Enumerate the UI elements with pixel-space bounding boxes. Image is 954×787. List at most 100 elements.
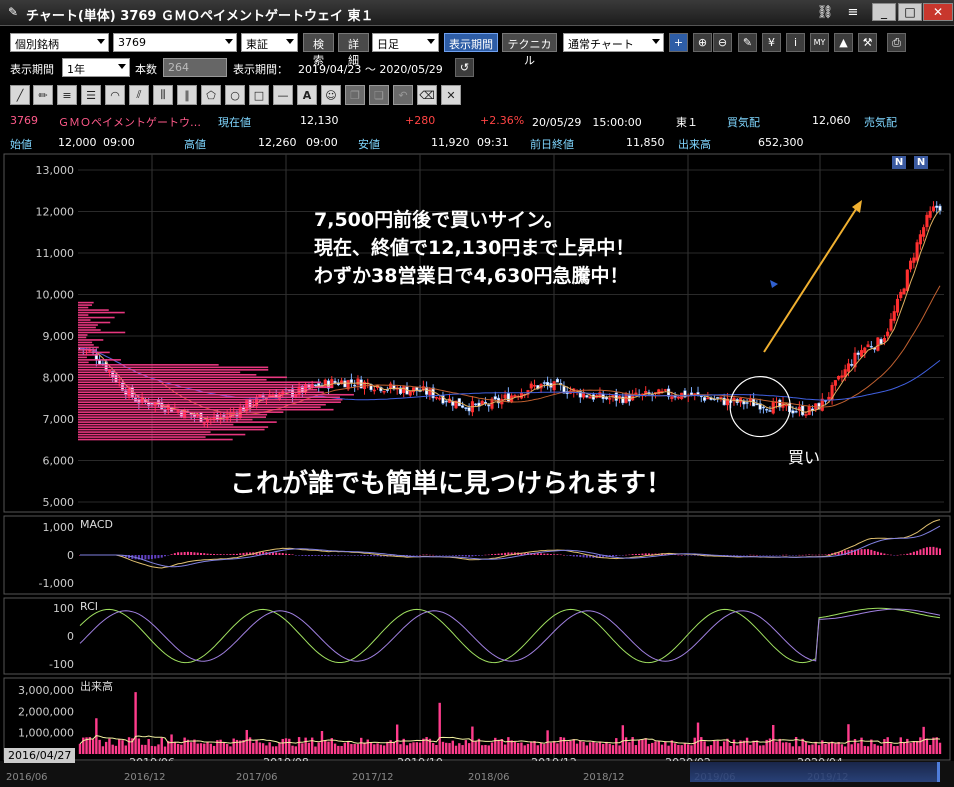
macd-histogram-bar bbox=[553, 554, 556, 555]
volume-bar bbox=[310, 737, 314, 754]
period-select[interactable]: 1年 bbox=[62, 58, 130, 77]
pentagon-icon[interactable]: ⬠ bbox=[201, 85, 221, 105]
minimize-button[interactable]: _ bbox=[872, 3, 896, 21]
rectangle-icon[interactable]: □ bbox=[249, 85, 269, 105]
candle-body bbox=[840, 375, 844, 378]
zoom-in-icon[interactable]: ⊕ bbox=[693, 33, 712, 52]
volume-bar bbox=[876, 745, 880, 754]
zoom-out-icon[interactable]: ⊖ bbox=[713, 33, 732, 52]
circle-icon[interactable]: ○ bbox=[225, 85, 245, 105]
volume-profile-bar bbox=[78, 383, 314, 386]
line-icon[interactable]: — bbox=[273, 85, 293, 105]
stamp-icon[interactable]: ☺ bbox=[321, 85, 341, 105]
volume-bar bbox=[840, 744, 844, 754]
chevron-down-icon bbox=[427, 39, 435, 44]
eraser-icon[interactable]: ⌫ bbox=[417, 85, 437, 105]
macd-histogram-bar bbox=[543, 553, 546, 555]
code-input[interactable]: 3769 bbox=[113, 33, 237, 52]
volume-bar bbox=[232, 738, 235, 754]
count-value: 264 bbox=[168, 61, 189, 74]
fib-lines-icon[interactable]: ☰ bbox=[81, 85, 101, 105]
annotation-line-2: 現在、終値で12,130円まで上昇中！ bbox=[314, 237, 635, 259]
candle-body bbox=[487, 404, 491, 407]
volume-bar bbox=[395, 724, 399, 754]
macd-histogram-bar bbox=[729, 555, 732, 556]
volume-bar bbox=[497, 739, 500, 754]
period-type-select[interactable]: 日足 bbox=[372, 33, 439, 52]
detail-button[interactable]: 詳細 bbox=[338, 33, 369, 67]
macd-histogram-bar bbox=[585, 555, 588, 558]
macd-histogram-bar bbox=[798, 554, 801, 556]
clear-icon[interactable]: ✕ bbox=[441, 85, 461, 105]
macd-histogram-bar bbox=[275, 552, 278, 555]
parallel-icon[interactable]: ∥ bbox=[177, 85, 197, 105]
link-icon[interactable]: ⛓ bbox=[815, 3, 835, 22]
volume-profile-bar bbox=[78, 364, 219, 366]
macd-histogram-bar bbox=[216, 554, 219, 555]
volume-bar bbox=[559, 737, 562, 754]
volume-bar bbox=[605, 741, 608, 754]
text-icon[interactable]: A bbox=[297, 85, 317, 105]
candle-body bbox=[349, 379, 353, 383]
volume-bar bbox=[575, 743, 579, 754]
candle-body bbox=[163, 410, 167, 412]
fan-icon[interactable]: ◠ bbox=[105, 85, 125, 105]
ruler-icon[interactable]: ✏ bbox=[33, 85, 53, 105]
volume-bar bbox=[441, 741, 445, 754]
maximize-button[interactable]: □ bbox=[898, 3, 922, 21]
overview-thumb[interactable] bbox=[690, 762, 940, 782]
chevron-down-icon bbox=[652, 39, 660, 44]
horizontal-lines-icon[interactable]: ≡ bbox=[57, 85, 77, 105]
volume-bar bbox=[474, 741, 477, 754]
refresh-icon[interactable]: ↺ bbox=[455, 58, 474, 77]
print-icon[interactable]: ⎙ bbox=[887, 33, 906, 52]
candle-body bbox=[837, 376, 841, 380]
trendline-icon[interactable]: ╱ bbox=[10, 85, 30, 105]
display-period-button[interactable]: 表示期間 bbox=[444, 33, 498, 52]
yen-icon[interactable]: ¥ bbox=[762, 33, 781, 52]
volume-tick-label: 1,000,000 bbox=[18, 727, 74, 740]
chart-type-value: 通常チャート bbox=[568, 38, 634, 51]
my-chart-icon[interactable]: MY bbox=[810, 33, 829, 52]
candle-body bbox=[902, 288, 906, 295]
candle-body bbox=[696, 392, 700, 395]
wrench-icon[interactable]: ⚒ bbox=[858, 33, 877, 52]
macd-histogram-bar bbox=[353, 555, 356, 556]
volume-bar bbox=[566, 741, 569, 754]
menu-icon[interactable]: ≡ bbox=[843, 3, 863, 22]
market-select[interactable]: 東証 bbox=[241, 33, 298, 52]
close-button[interactable]: ✕ bbox=[923, 3, 953, 21]
macd-histogram-bar bbox=[641, 553, 644, 555]
macd-histogram-bar bbox=[919, 549, 922, 555]
volume-bar bbox=[314, 746, 317, 754]
macd-histogram-bar bbox=[631, 554, 634, 555]
macd-histogram-bar bbox=[873, 550, 876, 555]
candle-body bbox=[899, 291, 903, 299]
prev-close-value: 11,850 bbox=[626, 136, 665, 149]
gann-icon[interactable]: ⫽ bbox=[129, 85, 149, 105]
volume-bar bbox=[431, 743, 435, 754]
macd-histogram-bar bbox=[177, 552, 180, 555]
volume-bar bbox=[536, 745, 539, 754]
volume-bar bbox=[857, 743, 860, 754]
symbol-type-select[interactable]: 個別銘柄 bbox=[10, 33, 109, 52]
mountain-icon[interactable]: ▲ bbox=[834, 33, 853, 52]
volume-profile-bar bbox=[78, 431, 211, 433]
symbol-type-value: 個別銘柄 bbox=[15, 38, 59, 51]
candle-body bbox=[882, 337, 886, 343]
volume-profile-bar bbox=[78, 428, 265, 431]
crosshair-icon[interactable]: + bbox=[669, 33, 688, 52]
info-icon[interactable]: i bbox=[786, 33, 805, 52]
volume-bar bbox=[651, 742, 654, 754]
channel-icon[interactable]: ⫼ bbox=[153, 85, 173, 105]
search-button[interactable]: 検索 bbox=[303, 33, 334, 67]
candle-body bbox=[532, 385, 537, 387]
range-value: 2019/04/23 ～ 2020/05/29 bbox=[298, 63, 443, 76]
pen-icon[interactable]: ✎ bbox=[738, 33, 757, 52]
volume-bar bbox=[906, 738, 909, 754]
macd-histogram-bar bbox=[409, 555, 412, 556]
technical-button[interactable]: テクニカル bbox=[502, 33, 557, 67]
volume-bar bbox=[722, 741, 726, 754]
count-stepper[interactable]: 264 bbox=[163, 58, 227, 77]
chart-type-select[interactable]: 通常チャート bbox=[563, 33, 664, 52]
